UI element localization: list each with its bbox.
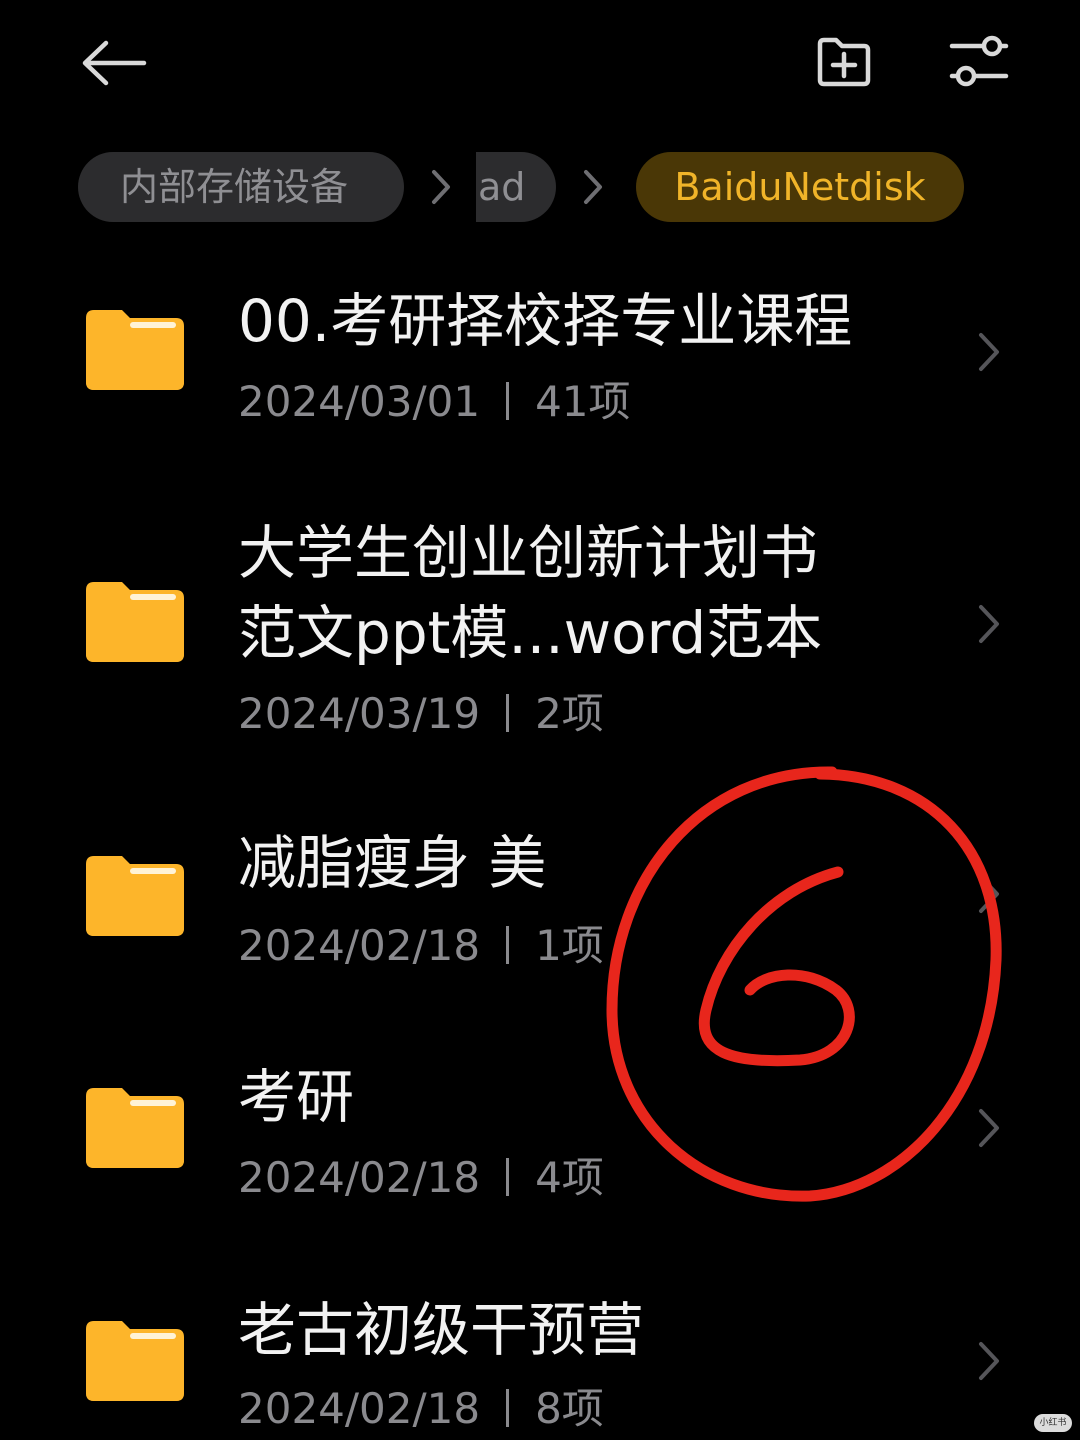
folder-icon [86,1088,184,1168]
back-arrow-icon[interactable] [78,38,148,88]
folder-meta: 2024/02/18 8项 [238,1375,604,1436]
folder-icon [86,310,184,390]
sliders-icon[interactable] [948,34,1010,90]
chevron-right-icon [979,333,999,371]
folder-name: 00.考研择校择专业课程 [238,287,853,355]
folder-item-count: 41项 [535,377,631,426]
folder-item-count: 2项 [535,689,604,738]
meta-divider [506,1389,510,1427]
top-bar [0,0,1080,130]
meta-divider [506,382,510,420]
breadcrumb-baidunetdisk[interactable]: BaiduNetdisk [636,152,964,222]
folder-icon [86,1321,184,1401]
folder-name-line2: 范文ppt模...word范本 [238,599,823,667]
folder-name-line1: 大学生创业创新计划书 [238,519,819,587]
folder-meta: 2024/02/18 4项 [238,1144,604,1205]
breadcrumb-internal-storage[interactable]: 内部存储设备 [78,152,404,222]
folder-date: 2024/03/19 [238,689,481,738]
chevron-right-icon [979,1109,999,1147]
folder-row[interactable]: 00.考研择校择专业课程 2024/03/01 41项 [0,260,1080,450]
folder-item-count: 1项 [535,921,604,970]
chevron-right-icon [584,170,602,204]
folder-meta: 2024/02/18 1项 [238,912,604,973]
chevron-right-icon [979,875,999,913]
folder-row[interactable]: 老古初级干预营 2024/02/18 8项 [0,1275,1080,1440]
folder-item-count: 8项 [535,1384,604,1433]
breadcrumb: 内部存储设备 ad BaiduNetdisk [0,152,1080,224]
new-folder-icon[interactable] [814,34,874,90]
folder-date: 2024/02/18 [238,1153,481,1202]
folder-row[interactable]: 减脂瘦身 美 2024/02/18 1项 [0,800,1080,990]
folder-name: 减脂瘦身 美 [238,829,547,897]
folder-meta: 2024/03/19 2项 [238,680,604,741]
folder-icon [86,582,184,662]
folder-date: 2024/02/18 [238,921,481,970]
chevron-right-icon [979,1342,999,1380]
folder-row[interactable]: 大学生创业创新计划书 范文ppt模...word范本 2024/03/19 2项 [0,500,1080,750]
meta-divider [506,694,510,732]
meta-divider [506,1158,510,1196]
folder-name: 老古初级干预营 [238,1296,645,1364]
folder-name: 考研 [238,1063,355,1131]
chevron-right-icon [432,170,450,204]
meta-divider [506,926,510,964]
folder-icon [86,856,184,936]
folder-meta: 2024/03/01 41项 [238,368,631,429]
folder-date: 2024/03/01 [238,377,481,426]
folder-row[interactable]: 考研 2024/02/18 4项 [0,1040,1080,1230]
folder-item-count: 4项 [535,1153,604,1202]
watermark-badge: 小红书 [1034,1414,1072,1432]
folder-date: 2024/02/18 [238,1384,481,1433]
chevron-right-icon [979,605,999,643]
breadcrumb-ad[interactable]: ad [476,152,556,222]
